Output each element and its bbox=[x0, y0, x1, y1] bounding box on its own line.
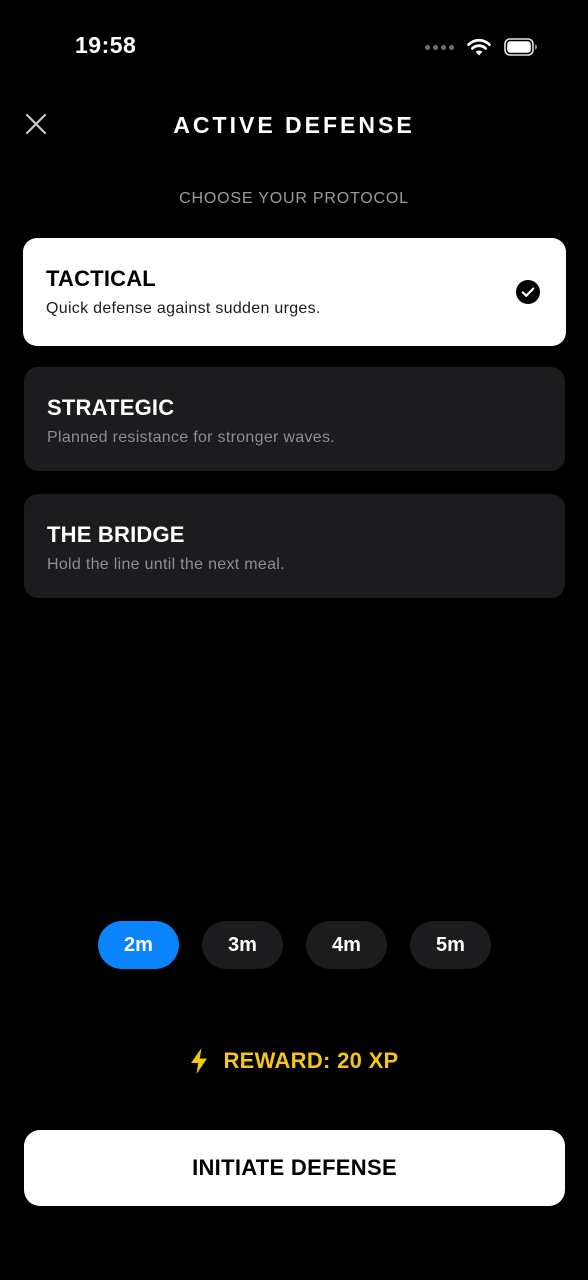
duration-chip-4m[interactable]: 4m bbox=[306, 921, 387, 969]
protocol-card-the-bridge[interactable]: THE BRIDGE Hold the line until the next … bbox=[24, 494, 565, 598]
protocol-title: STRATEGIC bbox=[47, 395, 175, 420]
status-icons bbox=[425, 34, 538, 60]
section-subtitle: CHOOSE YOUR PROTOCOL bbox=[179, 190, 409, 207]
protocol-card-strategic[interactable]: STRATEGIC Planned resistance for stronge… bbox=[24, 367, 565, 471]
duration-chip-5m[interactable]: 5m bbox=[410, 921, 491, 969]
lightning-icon bbox=[191, 1048, 208, 1074]
reward-row: REWARD: 20 XP bbox=[0, 1047, 588, 1075]
protocol-description: Quick defense against sudden urges. bbox=[46, 300, 321, 317]
duration-chip-3m[interactable]: 3m bbox=[202, 921, 283, 969]
protocol-description: Planned resistance for stronger waves. bbox=[47, 429, 335, 446]
page-title: ACTIVE DEFENSE bbox=[173, 112, 415, 138]
reward-label: REWARD: 20 XP bbox=[223, 1048, 399, 1073]
protocol-title: THE BRIDGE bbox=[47, 522, 185, 547]
duration-chip-2m[interactable]: 2m bbox=[98, 921, 179, 969]
duration-selector: 2m 3m 4m 5m bbox=[98, 921, 491, 969]
protocol-description: Hold the line until the next meal. bbox=[47, 556, 285, 573]
protocol-card-tactical[interactable]: TACTICAL Quick defense against sudden ur… bbox=[23, 238, 566, 346]
status-time: 19:58 bbox=[75, 32, 137, 58]
battery-icon bbox=[504, 38, 537, 56]
signal-dots-icon bbox=[425, 44, 454, 50]
initiate-defense-button[interactable]: INITIATE DEFENSE bbox=[24, 1130, 565, 1206]
protocol-title: TACTICAL bbox=[46, 266, 156, 291]
wifi-icon bbox=[467, 38, 491, 56]
checkmark-icon bbox=[516, 280, 540, 304]
